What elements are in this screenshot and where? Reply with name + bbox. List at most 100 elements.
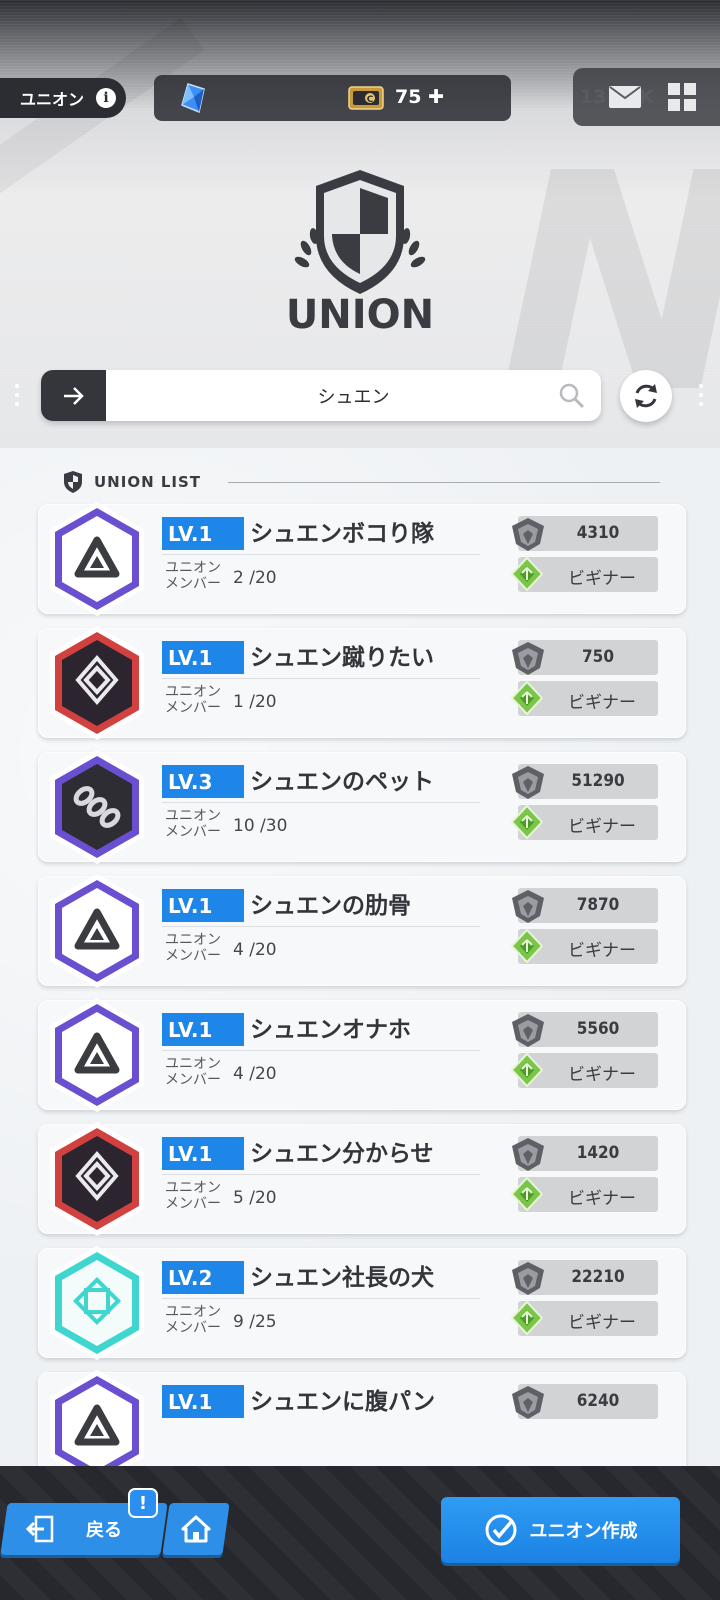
union-points: 4310 — [576, 523, 620, 543]
member-count: 2 /20 — [233, 568, 277, 588]
rank-icon — [510, 1176, 544, 1212]
union-card[interactable]: LV.1 シュエンボコり隊 ユニオン メンバー 2 /20 4310 ビギナー — [38, 502, 686, 616]
divider — [162, 1174, 480, 1175]
rank-icon — [510, 1052, 544, 1088]
union-name: シュエンオナホ — [250, 1017, 411, 1043]
search-input[interactable] — [106, 370, 601, 421]
rank-icon — [510, 556, 544, 592]
scroll-dots-left — [15, 384, 21, 406]
member-label: ユニオン メンバー — [165, 1304, 221, 1336]
list-header: UNION LIST — [62, 470, 201, 494]
union-rank: ビギナー — [568, 941, 636, 961]
bottom-bar: 戻る ! ユニオン作成 — [0, 1466, 720, 1600]
union-level: LV.3 — [162, 765, 244, 798]
search-submit-button[interactable] — [41, 370, 106, 421]
divider — [162, 678, 480, 679]
section-label: ユニオン — [20, 90, 85, 109]
union-card[interactable]: LV.3 シュエンのペットユニオン メンバー 10 /30 51290 ビギナー — [38, 750, 686, 864]
union-name: シュエン分からせ — [250, 1141, 434, 1167]
union-header: N ユニオン i 75 ✚ C 1317 K — [0, 0, 720, 448]
union-card[interactable]: LV.2 シュエン社長の犬ユニオン メンバー 9 /25 22210 ビギナー — [38, 1246, 686, 1360]
rank-icon — [510, 680, 544, 716]
refresh-button[interactable] — [620, 370, 672, 422]
union-name: シュエンに腹パン — [250, 1389, 436, 1415]
notification-badge: ! — [128, 1488, 158, 1518]
member-count: 4 /20 — [233, 940, 277, 960]
home-button[interactable] — [162, 1503, 230, 1555]
union-card[interactable]: LV.1 シュエン分からせ ユニオン メンバー 5 /20 1420 ビギナー — [38, 1122, 686, 1236]
union-points: 6240 — [576, 1391, 620, 1411]
knot-emblem-teal-icon — [46, 1244, 148, 1362]
corner-buttons — [573, 68, 720, 126]
union-rank: ビギナー — [568, 817, 636, 837]
divider — [162, 1050, 480, 1051]
divider — [162, 554, 480, 555]
rank-icon — [510, 928, 544, 964]
union-points: 22210 — [571, 1267, 625, 1287]
divider — [162, 802, 480, 803]
exit-icon — [26, 1515, 54, 1543]
union-rank: ビギナー — [568, 693, 636, 713]
union-rank: ビギナー — [568, 1189, 636, 1209]
union-level: LV.1 — [162, 1385, 244, 1418]
diamond-emblem-red-icon — [46, 624, 148, 742]
menu-grid-icon[interactable] — [668, 83, 696, 111]
member-label: ユニオン メンバー — [165, 808, 221, 840]
union-name: シュエン社長の犬 — [250, 1265, 434, 1291]
arrow-right-icon — [63, 386, 84, 405]
divider — [162, 926, 480, 927]
back-label: 戻る — [86, 1520, 122, 1541]
svg-text:C: C — [367, 95, 374, 105]
divider — [162, 1298, 480, 1299]
rank-icon — [510, 1300, 544, 1336]
triangle-emblem-purple-icon — [46, 1368, 148, 1466]
union-logo: UNION — [286, 170, 434, 336]
member-count: 5 /20 — [233, 1188, 277, 1208]
union-card[interactable]: LV.1 シュエンの肋骨ユニオン メンバー 4 /20 7870 ビギナー — [38, 874, 686, 988]
union-points: 750 — [582, 647, 614, 667]
union-points: 1420 — [576, 1143, 620, 1163]
member-count: 10 /30 — [233, 816, 288, 836]
union-rank: ビギナー — [568, 1065, 636, 1085]
divider — [228, 482, 660, 483]
home-icon — [181, 1515, 211, 1543]
rank-icon — [510, 804, 544, 840]
mail-icon[interactable] — [609, 86, 641, 108]
union-level: LV.1 — [162, 641, 244, 674]
union-card[interactable]: LV.1 シュエン蹴りたい ユニオン メンバー 1 /20 750 ビギナー — [38, 626, 686, 740]
union-card[interactable]: LV.1 シュエンオナホ ユニオン メンバー 4 /20 5560 ビギナー — [38, 998, 686, 1112]
credit-icon: C — [348, 86, 384, 110]
section-tag: ユニオン i — [0, 78, 126, 118]
triangle-emblem-purple-icon — [46, 500, 148, 618]
info-icon[interactable]: i — [96, 88, 116, 108]
union-name: シュエン蹴りたい — [250, 645, 434, 671]
member-count: 1 /20 — [233, 692, 277, 712]
create-union-button[interactable]: ユニオン作成 — [441, 1497, 680, 1563]
member-label: ユニオン メンバー — [165, 1056, 221, 1088]
union-level: LV.1 — [162, 889, 244, 922]
check-circle-icon — [485, 1514, 516, 1546]
union-rank: ビギナー — [568, 1313, 636, 1333]
member-count: 4 /20 — [233, 1064, 277, 1084]
search-icon[interactable] — [559, 383, 585, 409]
triangle-emblem-purple-icon — [46, 872, 148, 990]
search-bar — [41, 370, 601, 421]
refresh-icon — [635, 384, 657, 408]
union-level: LV.1 — [162, 1013, 244, 1046]
union-name: シュエンのペット — [250, 769, 434, 795]
currency-bar: 75 ✚ C 1317 K — [154, 75, 654, 121]
union-points: 51290 — [571, 771, 625, 791]
member-label: ユニオン メンバー — [165, 932, 221, 964]
member-count: 9 /25 — [233, 1312, 277, 1332]
union-level: LV.1 — [162, 1137, 244, 1170]
union-level: LV.1 — [162, 517, 244, 550]
union-name: シュエンの肋骨 — [250, 893, 411, 919]
create-union-label: ユニオン作成 — [529, 1521, 638, 1542]
member-label: ユニオン メンバー — [165, 560, 221, 592]
union-name: シュエンボコり隊 — [250, 521, 434, 547]
union-points: 7870 — [576, 895, 620, 915]
diamond-emblem-red-icon — [46, 1120, 148, 1238]
shield-icon — [64, 471, 82, 493]
union-card[interactable]: LV.1 シュエンに腹パン 6240 — [38, 1370, 686, 1466]
union-level: LV.2 — [162, 1261, 244, 1294]
